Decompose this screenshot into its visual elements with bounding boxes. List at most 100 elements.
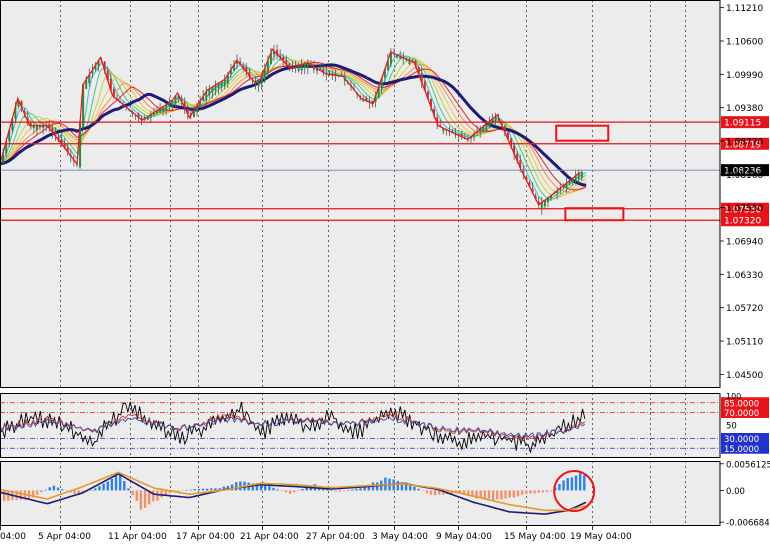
histogram-bar bbox=[438, 490, 441, 495]
histogram-bar bbox=[176, 490, 180, 492]
histogram-bar bbox=[2, 490, 6, 502]
histogram-bar bbox=[73, 490, 76, 495]
histogram-bar bbox=[578, 473, 582, 491]
histogram-bar bbox=[533, 490, 536, 494]
histogram-bar bbox=[40, 490, 43, 493]
histogram-bar bbox=[197, 489, 201, 491]
histogram-bar bbox=[512, 490, 516, 498]
histogram-bar bbox=[429, 490, 433, 495]
histogram-bar bbox=[143, 490, 147, 508]
candle-body bbox=[580, 172, 583, 178]
histogram-bar bbox=[272, 487, 275, 491]
histogram-bar bbox=[118, 474, 122, 491]
histogram-bar bbox=[541, 490, 545, 493]
price-ytick-label: 1.05720 bbox=[726, 304, 763, 314]
price-ytick-label: 1.08770 bbox=[726, 137, 763, 147]
histogram-bar bbox=[94, 488, 97, 491]
histogram-bar bbox=[284, 490, 288, 493]
histogram-bar bbox=[293, 490, 296, 493]
histogram-bar bbox=[36, 490, 39, 495]
histogram-bar bbox=[135, 490, 138, 501]
histogram-bar bbox=[570, 477, 574, 491]
histogram-bar bbox=[496, 490, 499, 500]
chart-window: 1.09115 1.08719 1.07530 1.07320 1.08236 1.112… bbox=[0, 0, 770, 545]
histogram-bar bbox=[516, 490, 520, 497]
price-panel-bg bbox=[0, 0, 720, 388]
candle-body bbox=[35, 125, 38, 131]
histogram-bar bbox=[396, 480, 400, 491]
histogram-bar bbox=[301, 488, 304, 491]
histogram-bar bbox=[574, 475, 578, 491]
histogram-bar bbox=[520, 490, 524, 495]
histogram-bar bbox=[508, 490, 511, 498]
histogram-bar bbox=[297, 490, 300, 491]
x-axis-label: 27 Apr 04:00 bbox=[306, 532, 365, 542]
price-ytick-label: 1.04500 bbox=[726, 371, 763, 381]
histogram-panel-bg bbox=[0, 461, 720, 526]
histogram-bar bbox=[487, 490, 491, 499]
histogram-bar bbox=[89, 489, 93, 491]
oscillator-top-label: 100 bbox=[726, 392, 741, 401]
histogram-bar bbox=[181, 490, 184, 491]
price-ytick-label: 1.08160 bbox=[726, 171, 763, 181]
histogram-bar bbox=[504, 490, 507, 499]
histogram-bar bbox=[338, 490, 342, 492]
price-ytick-label: 1.09990 bbox=[726, 71, 763, 81]
histogram-bar bbox=[98, 486, 101, 491]
histogram-bar bbox=[264, 485, 267, 491]
histogram-bar bbox=[123, 481, 126, 491]
histogram-bar bbox=[52, 485, 56, 491]
histogram-bar bbox=[334, 490, 337, 492]
histogram-bar bbox=[60, 489, 64, 491]
price-ytick-label: 1.05110 bbox=[726, 338, 763, 348]
histogram-bar bbox=[56, 487, 60, 491]
histogram-ytick-label: -0.0066846 bbox=[726, 519, 770, 529]
histogram-bar bbox=[425, 490, 429, 494]
oscillator-mid-label: 50 bbox=[726, 422, 737, 432]
histogram-bar bbox=[239, 481, 242, 491]
price-level-label: 1.09115 bbox=[724, 119, 761, 129]
histogram-bar bbox=[131, 490, 134, 496]
x-axis-label: 9 May 04:00 bbox=[436, 532, 492, 542]
histogram-bar bbox=[276, 489, 279, 491]
histogram-bar bbox=[44, 489, 47, 491]
x-axis-label: 19 May 04:00 bbox=[570, 532, 632, 542]
histogram-bar bbox=[102, 483, 105, 491]
histogram-bar bbox=[201, 488, 205, 491]
histogram-bar bbox=[359, 488, 362, 491]
x-axis-label: 3 May 04:00 bbox=[372, 532, 428, 542]
histogram-bar bbox=[537, 490, 540, 493]
histogram-bar bbox=[164, 490, 167, 496]
histogram-bar bbox=[206, 488, 209, 491]
price-ytick-label: 1.09380 bbox=[726, 104, 763, 114]
oscillator-level-label: 70.0000 bbox=[724, 409, 759, 419]
histogram-bar bbox=[330, 490, 333, 491]
histogram-ytick-label: 0.00 bbox=[726, 487, 745, 497]
histogram-bar bbox=[545, 490, 549, 493]
histogram-bar bbox=[268, 486, 271, 491]
price-ytick-label: 1.11210 bbox=[726, 4, 763, 14]
histogram-bar bbox=[342, 490, 346, 491]
oscillator-level-label: 15.0000 bbox=[724, 445, 759, 455]
histogram-bar bbox=[185, 490, 188, 491]
histogram-bar bbox=[65, 490, 68, 491]
histogram-bar bbox=[193, 489, 196, 491]
histogram-bar bbox=[280, 490, 283, 491]
price-ytick-label: 1.06330 bbox=[726, 271, 763, 281]
histogram-bar bbox=[355, 488, 358, 491]
price-level-label: 1.07320 bbox=[724, 217, 761, 227]
x-axis-label: 15 May 04:00 bbox=[504, 532, 566, 542]
histogram-bar bbox=[500, 490, 503, 500]
histogram-bar bbox=[288, 490, 292, 494]
histogram-bar bbox=[152, 490, 155, 502]
price-ytick-label: 1.10600 bbox=[726, 37, 763, 47]
histogram-bar bbox=[189, 489, 192, 491]
candle-body bbox=[300, 64, 303, 71]
histogram-bar bbox=[433, 490, 437, 496]
histogram-bar bbox=[346, 490, 350, 491]
histogram-bar bbox=[417, 488, 420, 491]
histogram-bar bbox=[583, 475, 586, 491]
histogram-bar bbox=[127, 488, 130, 491]
histogram-bar bbox=[529, 490, 532, 494]
histogram-bar bbox=[491, 490, 495, 501]
